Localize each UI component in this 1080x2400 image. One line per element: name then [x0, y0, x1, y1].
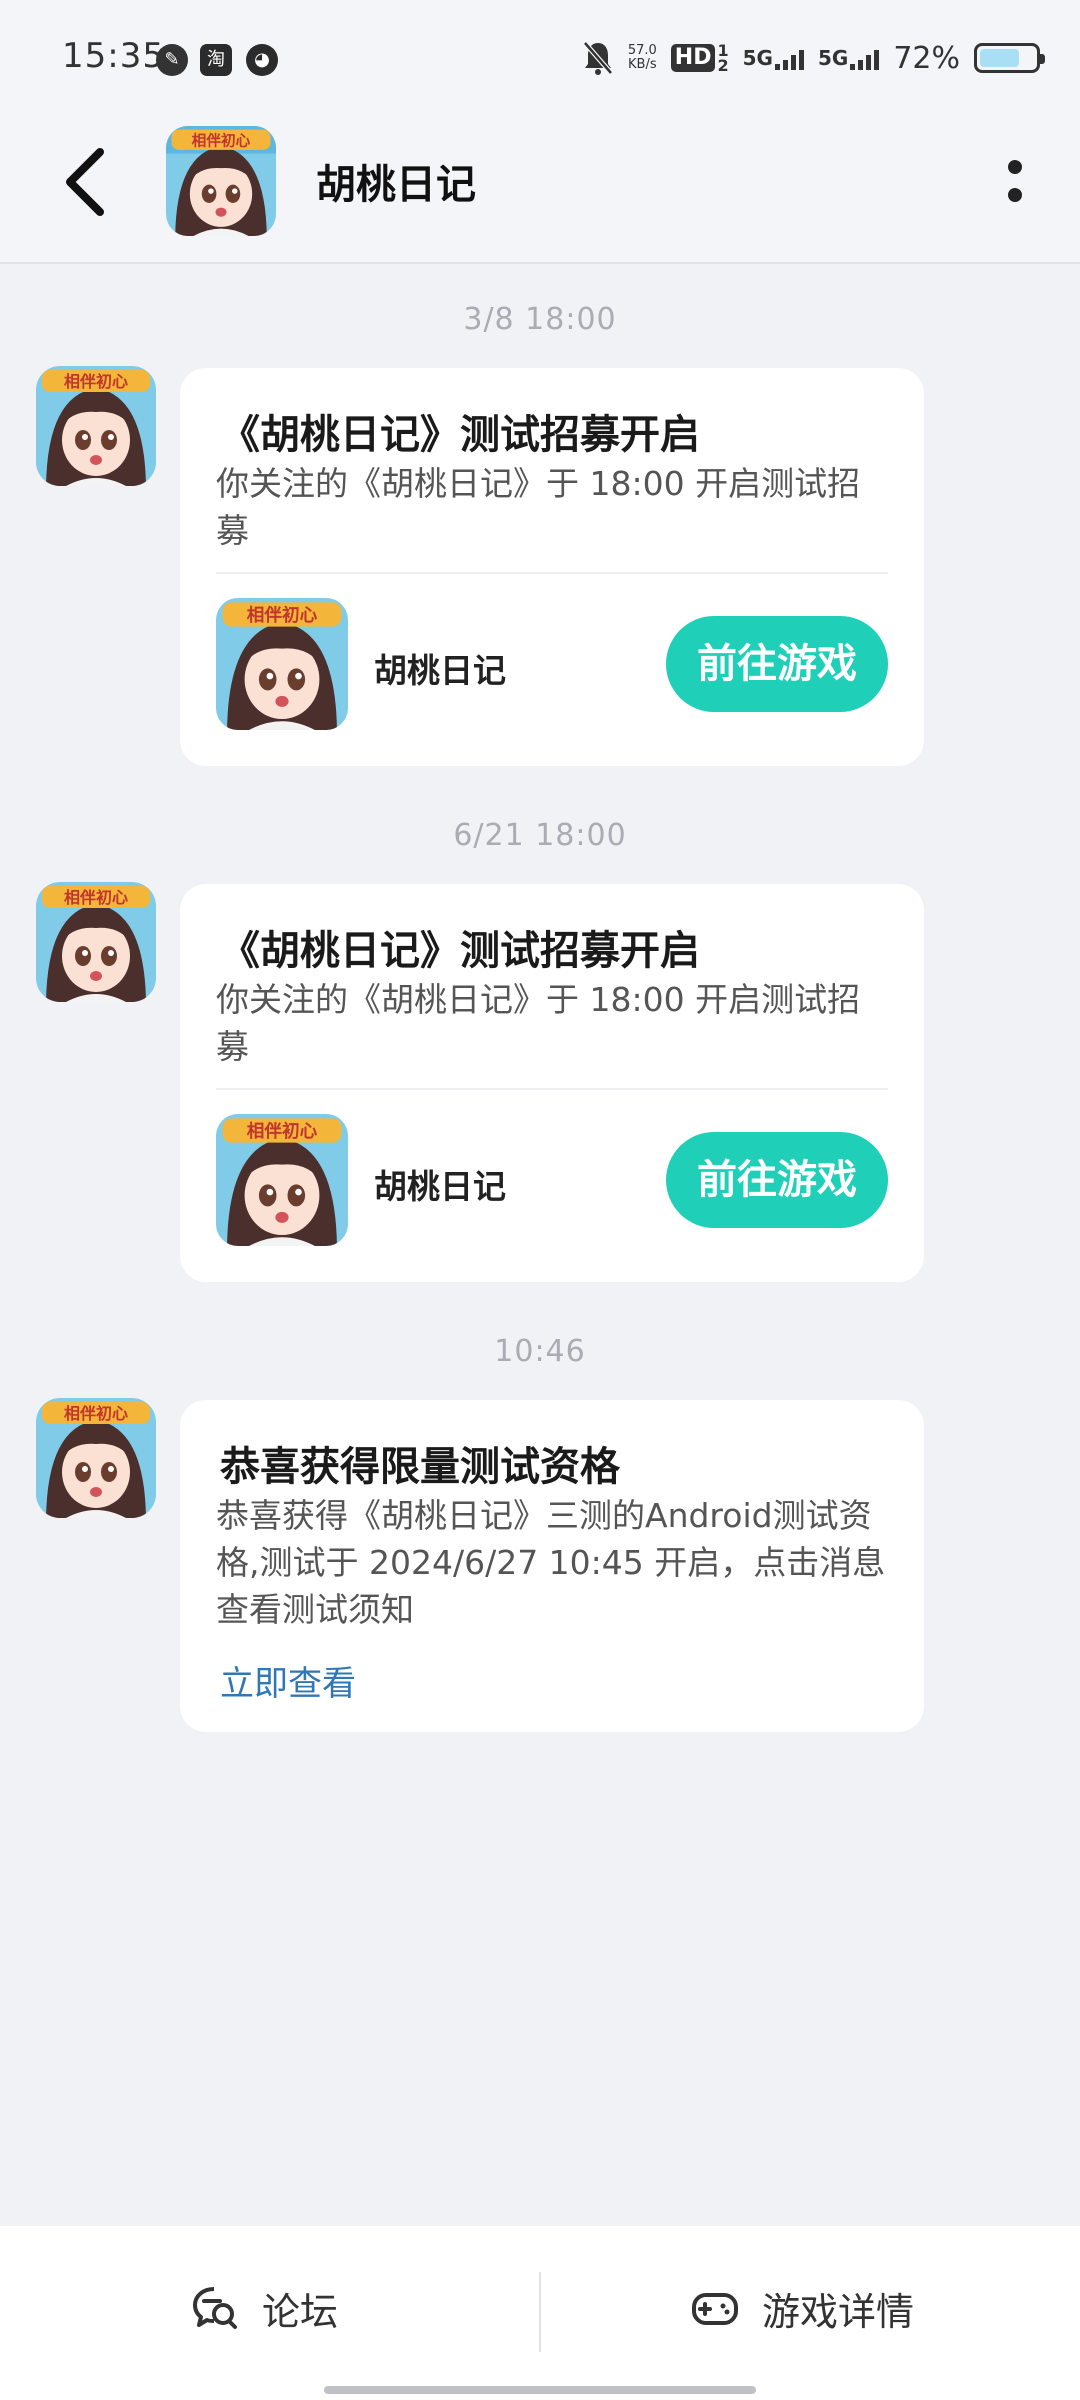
message-body: 你关注的《胡桃日记》于 18:00 开启测试招募: [216, 980, 861, 1066]
mute-bell-icon: [582, 41, 613, 75]
message-timestamp: 3/8 18:00: [463, 302, 617, 337]
message-timestamp: 6/21 18:00: [453, 818, 627, 853]
message-card[interactable]: 《胡桃日记》测试招募开启 你关注的《胡桃日记》于 18:00 开启测试招募 相伴…: [180, 884, 924, 1282]
sim2-label: 5G: [817, 46, 849, 70]
ninja-notification-icon: ◕: [246, 44, 278, 76]
go-to-game-button[interactable]: 前往游戏: [666, 616, 888, 712]
game-icon[interactable]: 相伴初心: [216, 1114, 348, 1246]
view-now-link[interactable]: 立即查看: [220, 1656, 356, 1705]
game-name: 胡桃日记: [374, 651, 506, 690]
chat-title: 胡桃日记: [316, 162, 476, 208]
network-speed: 57.0 KB/s: [628, 44, 657, 72]
hd-sub: 1 2: [717, 43, 729, 75]
back-chevron-icon[interactable]: [56, 142, 116, 222]
message-card[interactable]: 恭喜获得限量测试资格 恭喜获得《胡桃日记》三测的Android测试资格,测试于 …: [180, 1400, 924, 1732]
svg-text:相伴初心: 相伴初心: [192, 131, 251, 149]
battery-percent: 72%: [893, 40, 960, 76]
more-vertical-icon[interactable]: [1000, 154, 1030, 214]
forum-label: 论坛: [262, 2289, 339, 2334]
sender-avatar[interactable]: 相伴初心: [36, 1398, 156, 1518]
message-body: 你关注的《胡桃日记》于 18:00 开启测试招募: [216, 464, 861, 550]
sim2-signal: 5G: [817, 46, 880, 70]
svg-text:相伴初心: 相伴初心: [247, 605, 318, 626]
svg-text:相伴初心: 相伴初心: [247, 1121, 318, 1142]
game-detail-tab[interactable]: 游戏详情: [690, 2278, 914, 2338]
card-divider: [216, 572, 888, 574]
hd-indicator: HD 1 2: [670, 43, 729, 75]
message-timestamp: 10:46: [494, 1334, 586, 1369]
anime-girl-game-icon: 相伴初心: [216, 1114, 348, 1246]
go-to-game-button[interactable]: 前往游戏: [666, 1132, 888, 1228]
signal-bars-icon: [774, 48, 804, 70]
status-time: 15:35: [62, 36, 165, 76]
game-detail-label: 游戏详情: [762, 2289, 915, 2334]
battery-fill: [980, 49, 1019, 67]
svg-text:相伴初心: 相伴初心: [64, 372, 128, 391]
status-right-group: 57.0 KB/s HD 1 2 5G 5G 72%: [582, 38, 1045, 78]
bottom-nav: 论坛 游戏详情: [0, 2226, 1080, 2400]
game-avatar[interactable]: 相伴初心: [166, 126, 276, 236]
anime-girl-avatar-icon: 相伴初心: [36, 1398, 156, 1518]
taobao-notification-icon: 淘: [200, 44, 232, 76]
anime-girl-avatar-icon: 相伴初心: [36, 366, 156, 486]
hd-label: HD: [670, 44, 716, 72]
gamepad-icon: [692, 2293, 738, 2325]
message-card[interactable]: 《胡桃日记》测试招募开启 你关注的《胡桃日记》于 18:00 开启测试招募 相伴…: [180, 368, 924, 766]
svg-text:相伴初心: 相伴初心: [64, 1404, 128, 1423]
network-speed-value: 57.0: [627, 43, 657, 58]
message-title: 《胡桃日记》测试招募开启: [220, 928, 700, 974]
network-speed-unit: KB/s: [628, 57, 657, 72]
message-title: 《胡桃日记》测试招募开启: [220, 412, 700, 458]
chat-search-icon: [193, 2287, 237, 2329]
game-name: 胡桃日记: [374, 1167, 506, 1206]
svg-text:相伴初心: 相伴初心: [64, 888, 128, 907]
card-divider: [216, 1088, 888, 1090]
chat-header: 相伴初心 胡桃日记: [0, 110, 1080, 264]
sender-avatar[interactable]: 相伴初心: [36, 882, 156, 1002]
anime-girl-avatar-icon: 相伴初心: [36, 882, 156, 1002]
battery-icon: [974, 43, 1045, 73]
sim1-signal: 5G: [743, 46, 804, 70]
weibo-notification-icon: ✎: [156, 44, 188, 76]
anime-girl-avatar-icon: 相伴初心: [166, 126, 276, 236]
signal-bars-icon: [850, 48, 880, 70]
status-bar: 15:35 ✎ 淘 ◕ 57.0 KB/s HD 1 2 5G 5G 72%: [0, 0, 1080, 110]
hd-sub-2: 2: [717, 56, 729, 75]
message-title: 恭喜获得限量测试资格: [220, 1444, 620, 1490]
sim1-label: 5G: [742, 46, 773, 70]
anime-girl-game-icon: 相伴初心: [216, 598, 348, 730]
game-icon[interactable]: 相伴初心: [216, 598, 348, 730]
message-body: 恭喜获得《胡桃日记》三测的Android测试资格,测试于 2024/6/27 1…: [216, 1496, 886, 1629]
sender-avatar[interactable]: 相伴初心: [36, 366, 156, 486]
home-indicator[interactable]: [324, 2386, 756, 2394]
forum-tab[interactable]: 论坛: [190, 2278, 338, 2338]
nav-divider: [539, 2272, 541, 2352]
